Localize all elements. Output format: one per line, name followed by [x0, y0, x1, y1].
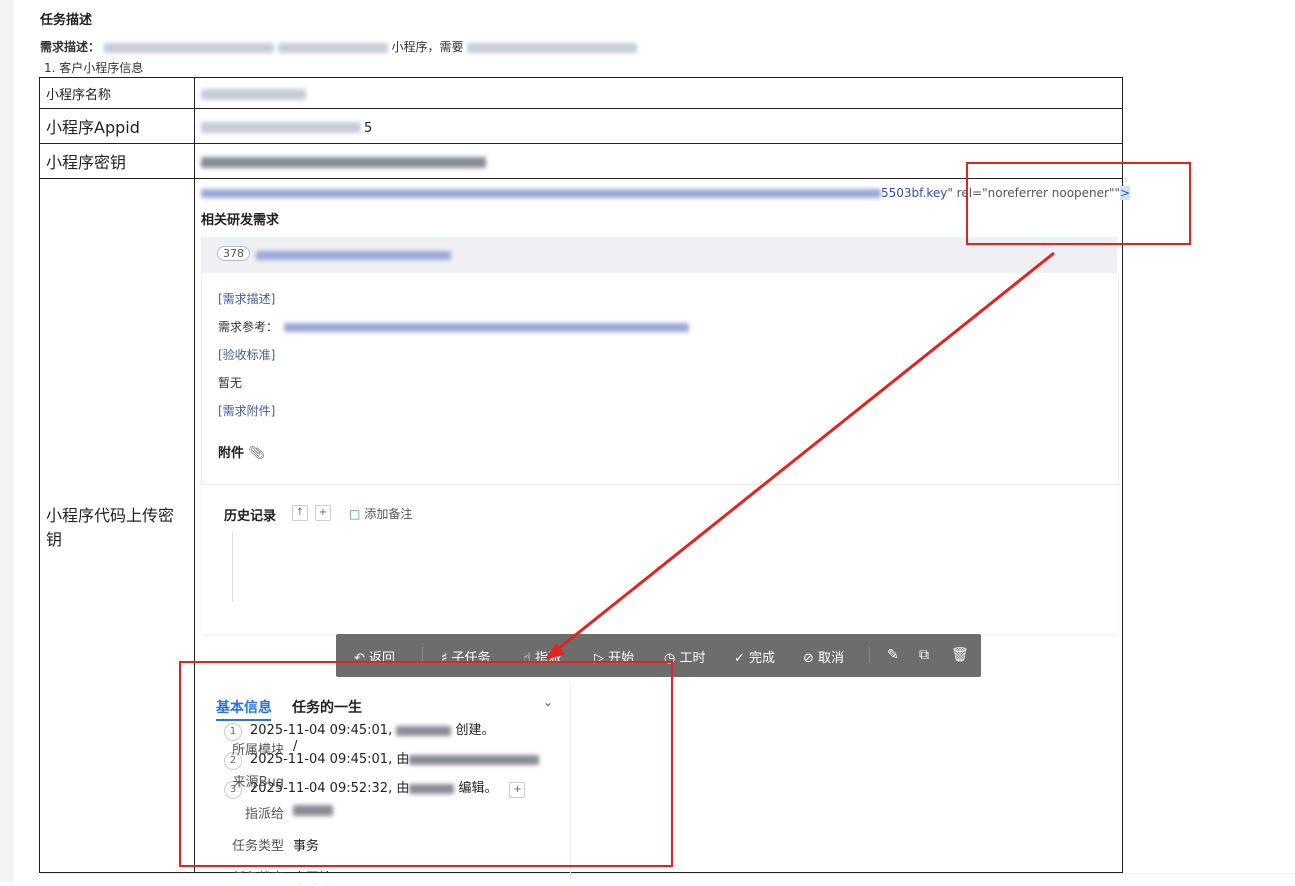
- annotation-arrow: [545, 251, 1055, 660]
